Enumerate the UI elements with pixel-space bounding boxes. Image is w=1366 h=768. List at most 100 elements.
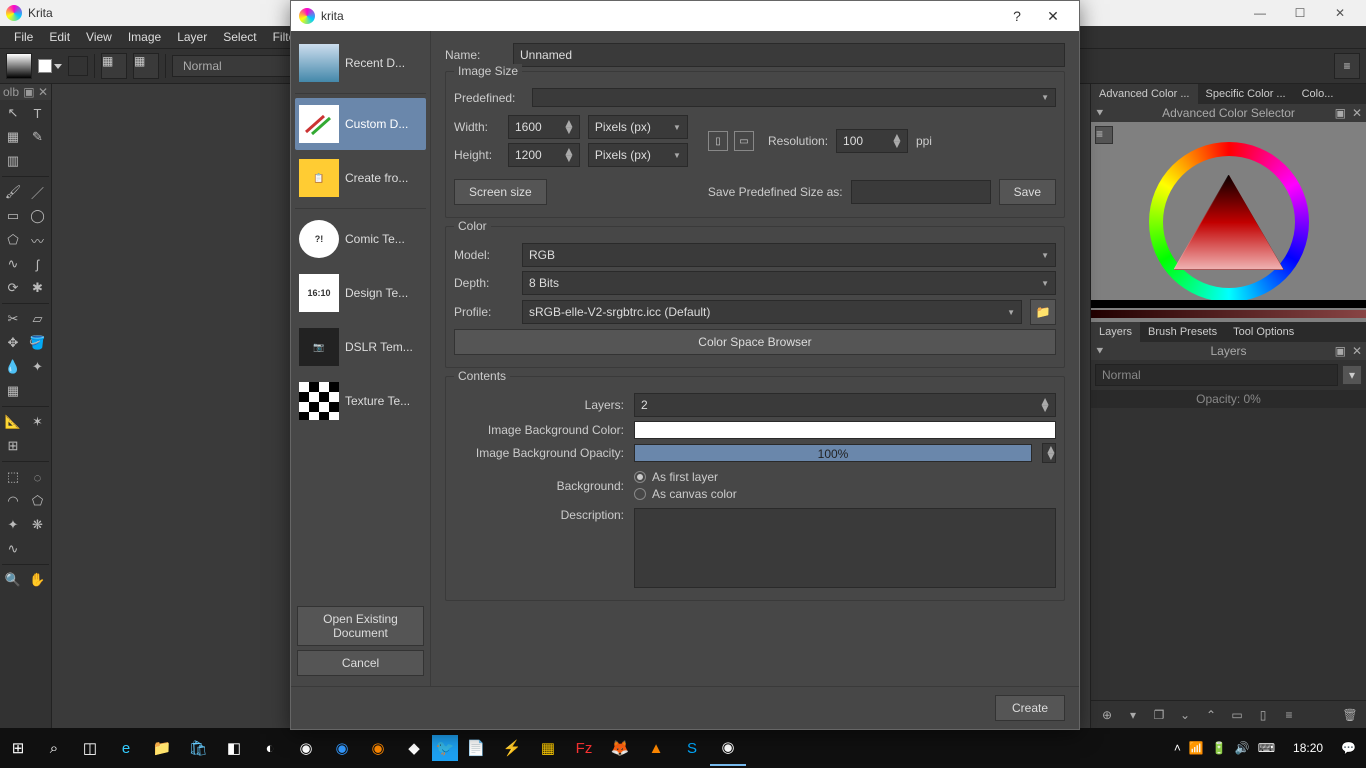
maximize-button[interactable]: ☐ — [1280, 6, 1320, 20]
workspace-chooser-icon[interactable]: ≡ — [1334, 53, 1360, 79]
taskbar-explorer-icon[interactable]: 📁 — [144, 730, 180, 766]
taskbar-skype-icon[interactable]: S — [674, 730, 710, 766]
lock-icon[interactable]: ⯆ — [1095, 106, 1105, 121]
tab-color-overflow[interactable]: Colo... — [1294, 84, 1342, 104]
layer-opacity-slider[interactable]: Opacity: 0% — [1091, 390, 1366, 408]
polygon-tool-icon[interactable]: ⬠ — [2, 229, 24, 251]
save-button[interactable]: Save — [999, 179, 1056, 205]
layer-properties-icon[interactable]: ▭ — [1227, 705, 1247, 725]
zoom-tool-icon[interactable]: 🔍 — [2, 569, 24, 591]
toolbox-header[interactable]: olb▣ ✕ — [0, 84, 51, 100]
tray-battery-icon[interactable]: 🔋 — [1212, 741, 1227, 755]
taskbar-chrome-icon[interactable]: ◉ — [288, 730, 324, 766]
dynamic-brush-tool-icon[interactable]: ⟳ — [2, 277, 24, 299]
model-select[interactable]: RGB▼ — [522, 243, 1056, 267]
taskbar-app-5[interactable]: ◆ — [396, 730, 432, 766]
brush-tool-icon[interactable]: 🖌 — [2, 181, 24, 203]
fill-tool-icon[interactable]: 🪣 — [27, 332, 49, 354]
tray-wifi-icon[interactable]: 📶 — [1189, 741, 1204, 755]
add-layer-dropdown-icon[interactable]: ▾ — [1123, 705, 1143, 725]
orientation-portrait-icon[interactable]: ▯ — [708, 131, 728, 151]
rect-select-tool-icon[interactable]: ⬚ — [2, 466, 24, 488]
assistant-tool-icon[interactable]: ✶ — [27, 411, 49, 433]
line-tool-icon[interactable]: ／ — [27, 181, 49, 203]
delete-layer-icon[interactable]: 🗑 — [1340, 705, 1360, 725]
pan-tool-icon[interactable]: ✋ — [27, 569, 49, 591]
move-layer-tool-icon[interactable]: ✥ — [2, 332, 24, 354]
create-button[interactable]: Create — [995, 695, 1065, 721]
menu-layer[interactable]: Layer — [169, 30, 215, 44]
rect-tool-icon[interactable]: ▭ — [2, 205, 24, 227]
height-spinner[interactable]: ▲▼ — [508, 143, 580, 167]
taskbar-firefox-icon[interactable]: 🦊 — [602, 730, 638, 766]
layer-blend-select[interactable]: Normal — [1095, 364, 1338, 386]
bg-radio-first-layer[interactable]: As first layer — [634, 470, 1056, 484]
sidebar-texture-templates[interactable]: Texture Te... — [295, 375, 426, 427]
tray-volume-icon[interactable]: 🔊 — [1235, 741, 1250, 755]
layer-list[interactable] — [1091, 408, 1366, 700]
profile-browse-icon[interactable]: 📁 — [1030, 299, 1056, 325]
float-icon-2[interactable]: ▣ — [1335, 344, 1346, 358]
multibrush-tool-icon[interactable]: ✱ — [27, 277, 49, 299]
contiguous-select-tool-icon[interactable]: ✦ — [2, 514, 24, 536]
move-down-icon[interactable]: ⌄ — [1175, 705, 1195, 725]
sidebar-custom-document[interactable]: Custom D... — [295, 98, 426, 150]
bg-radio-canvas-color[interactable]: As canvas color — [634, 487, 1056, 501]
crop-tool-icon[interactable]: ✂ — [2, 308, 24, 330]
similar-select-tool-icon[interactable]: ❋ — [27, 514, 49, 536]
taskbar-app-2[interactable]: ◐ — [252, 730, 288, 766]
sidebar-recent-documents[interactable]: Recent D... — [295, 37, 426, 89]
sidebar-comic-templates[interactable]: ?! Comic Te... — [295, 213, 426, 265]
freehand-select-tool-icon[interactable]: ◠ — [2, 490, 24, 512]
bezier-tool-icon[interactable]: ∿ — [2, 253, 24, 275]
dialog-help-button[interactable]: ? — [999, 8, 1035, 24]
taskbar-app-1[interactable]: ◧ — [216, 730, 252, 766]
ellipse-select-tool-icon[interactable]: ◌ — [27, 466, 49, 488]
toolbar-icon-2[interactable]: ▦ — [133, 53, 159, 79]
pattern-edit-tool-icon[interactable]: ▥ — [2, 150, 24, 172]
taskbar-twitter-icon[interactable]: 🐦 — [432, 735, 458, 761]
freehand-path-tool-icon[interactable]: ʃ — [27, 253, 49, 275]
screen-size-button[interactable]: Screen size — [454, 179, 547, 205]
dialog-titlebar[interactable]: krita ? ✕ — [291, 1, 1079, 31]
taskbar-filezilla-icon[interactable]: Fz — [566, 730, 602, 766]
layer-properties2-icon[interactable]: ▯ — [1253, 705, 1273, 725]
taskbar-store-icon[interactable]: 🛍 — [180, 730, 216, 766]
tray-keyboard-icon[interactable]: ⌨ — [1258, 741, 1275, 755]
sidebar-dslr-templates[interactable]: 📷 DSLR Tem... — [295, 321, 426, 373]
float-icon[interactable]: ▣ — [1335, 106, 1346, 120]
pattern-picker[interactable] — [68, 56, 88, 76]
add-layer-icon[interactable]: ⊕ — [1097, 705, 1117, 725]
taskbar-vlc-icon[interactable]: ▲ — [638, 730, 674, 766]
taskbar-krita-icon[interactable]: ◉ — [710, 730, 746, 766]
taskbar-app-4[interactable]: ◉ — [360, 730, 396, 766]
bgopacity-slider[interactable]: 100% — [634, 444, 1032, 462]
bgcolor-swatch[interactable] — [634, 421, 1056, 439]
tray-chevron-icon[interactable]: ˄ — [1174, 741, 1181, 755]
sidebar-create-from[interactable]: 📋 Create fro... — [295, 152, 426, 204]
gradient-tool-icon[interactable]: ▦ — [2, 380, 24, 402]
menu-file[interactable]: File — [6, 30, 41, 44]
save-predefined-input[interactable] — [851, 180, 991, 204]
ellipse-tool-icon[interactable]: ◯ — [27, 205, 49, 227]
edit-shapes-tool-icon[interactable]: ▦ — [2, 126, 24, 148]
transform-tool-icon[interactable]: ▱ — [27, 308, 49, 330]
move-up-icon[interactable]: ⌃ — [1201, 705, 1221, 725]
taskbar-edge-icon[interactable]: e — [108, 730, 144, 766]
tab-brush-presets[interactable]: Brush Presets — [1140, 322, 1225, 342]
taskbar-app-6[interactable]: 📄 — [458, 730, 494, 766]
color-picker-tool-icon[interactable]: 💧 — [2, 356, 24, 378]
menu-view[interactable]: View — [78, 30, 120, 44]
taskbar-app-7[interactable]: ⚡ — [494, 730, 530, 766]
polyline-tool-icon[interactable]: 〰 — [27, 229, 49, 251]
reference-tool-icon[interactable]: ⊞ — [2, 435, 24, 457]
dialog-close-button[interactable]: ✕ — [1035, 8, 1071, 25]
task-view-icon[interactable]: ◫ — [72, 730, 108, 766]
taskbar-app-8[interactable]: ▦ — [530, 730, 566, 766]
tray-clock[interactable]: 18:20 — [1283, 741, 1333, 755]
predefined-select[interactable]: ▼ — [532, 88, 1056, 107]
tab-tool-options[interactable]: Tool Options — [1225, 322, 1302, 342]
minimize-button[interactable]: — — [1240, 6, 1280, 20]
tab-layers[interactable]: Layers — [1091, 322, 1140, 342]
resolution-spinner[interactable]: ▲▼ — [836, 129, 908, 153]
